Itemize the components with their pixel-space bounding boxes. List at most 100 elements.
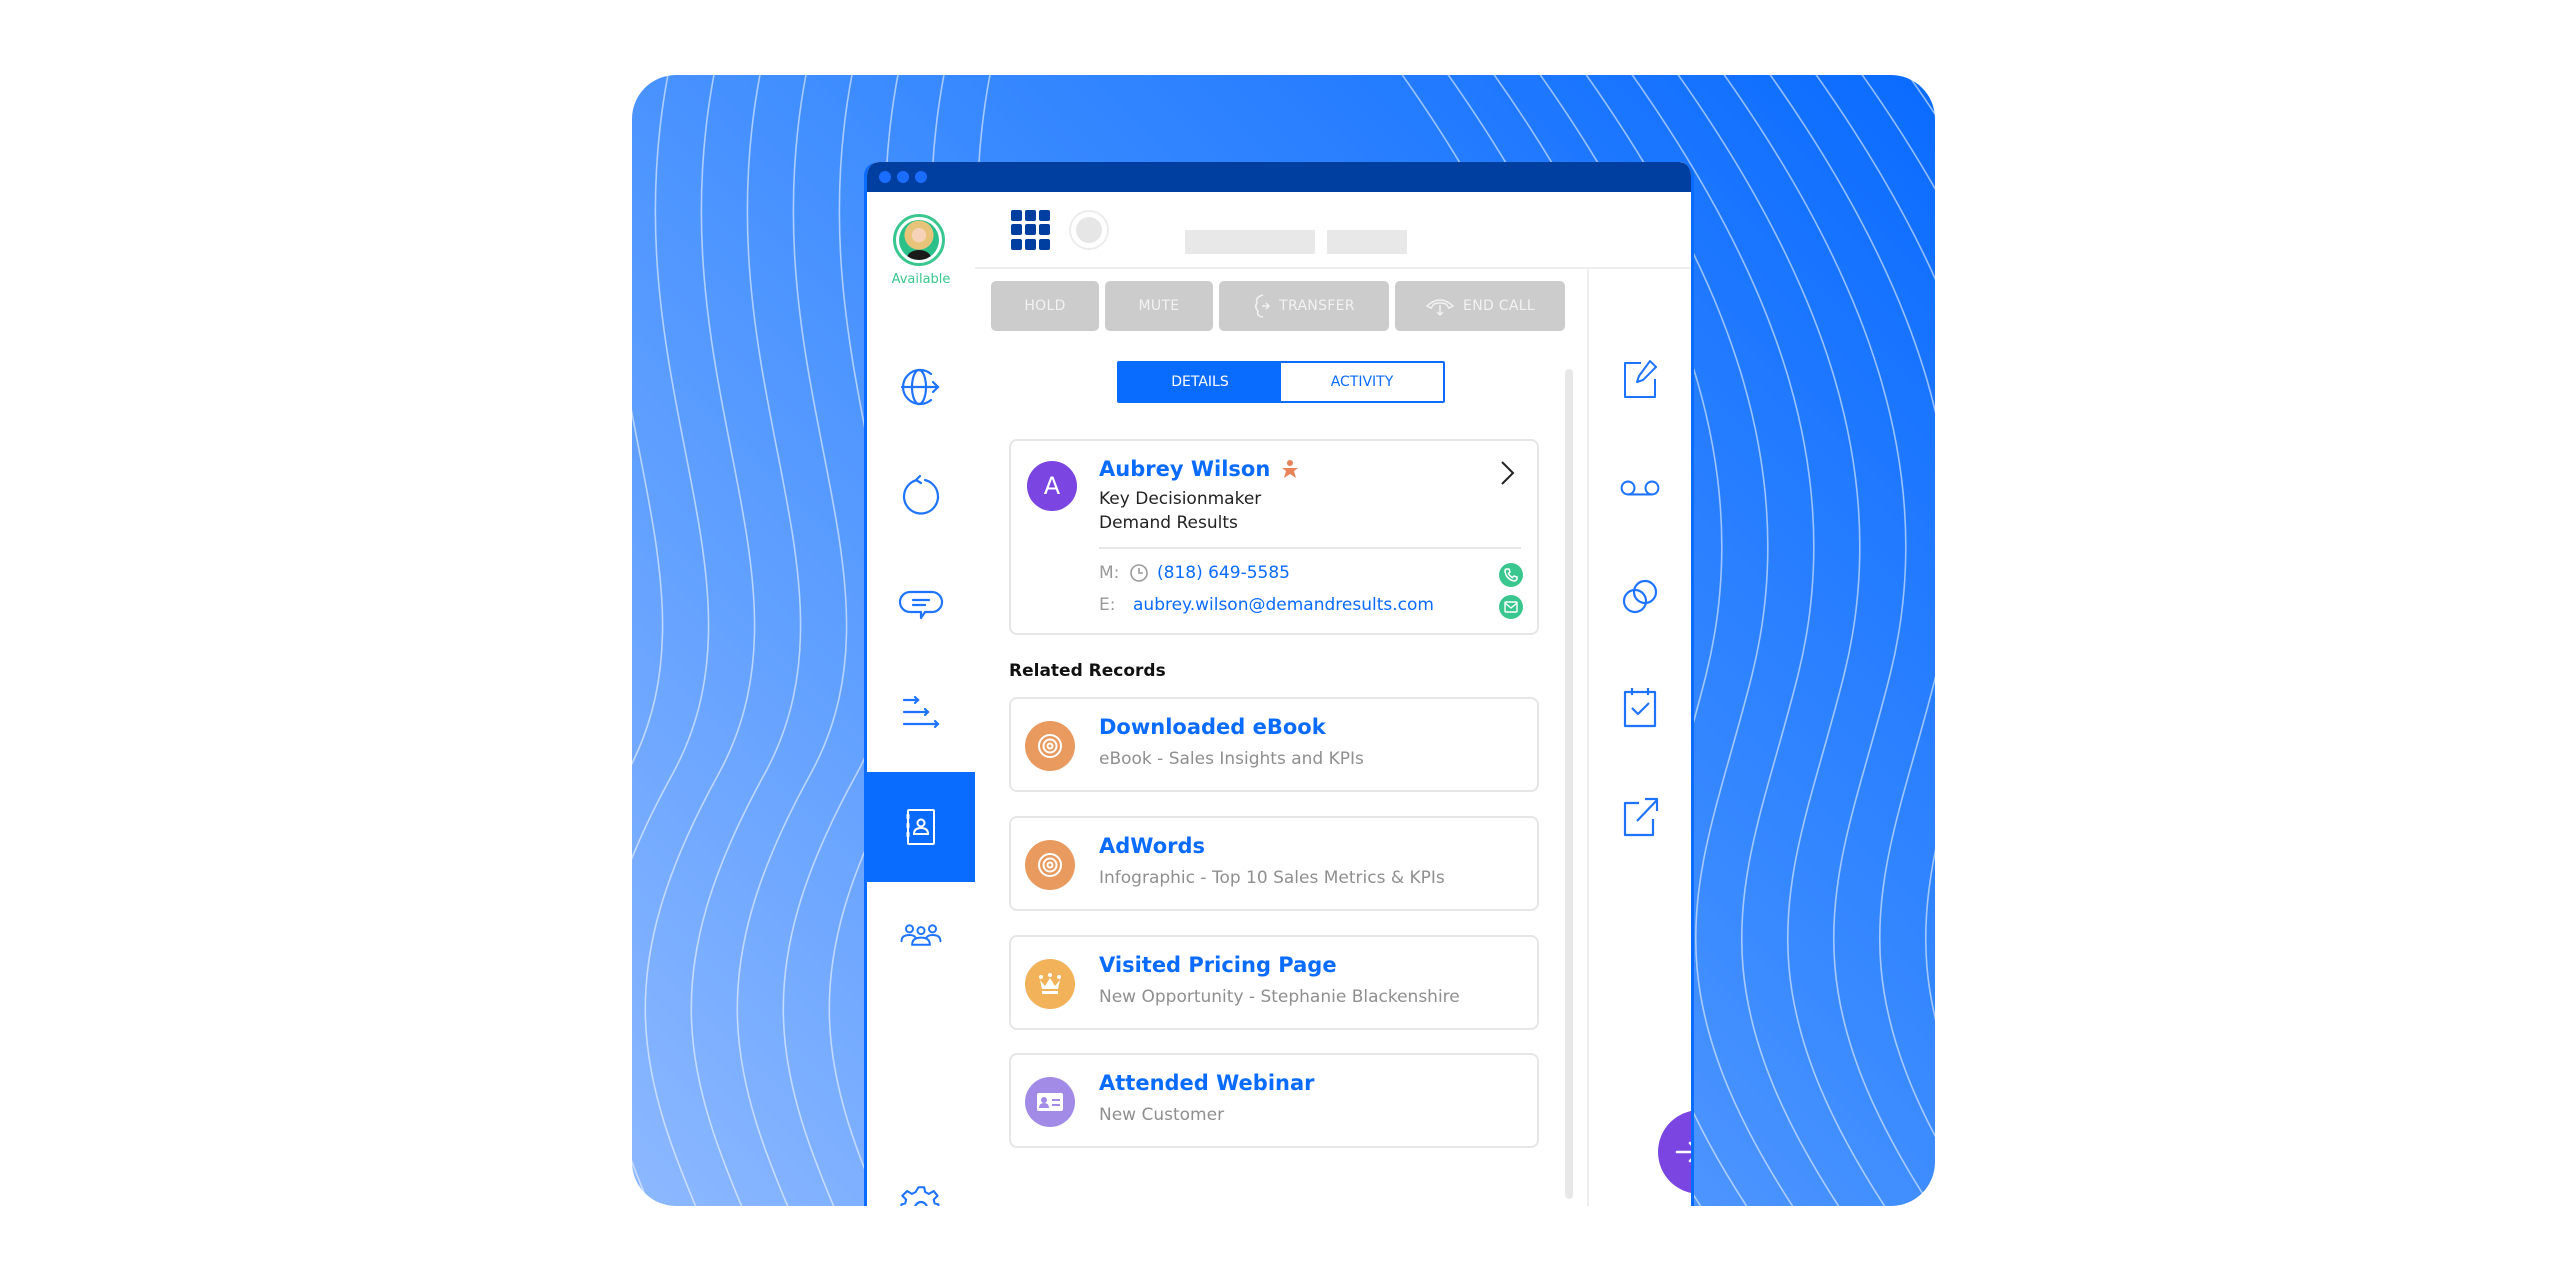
app-window: Available HOLD MUTE TRANSFER END CALL DE… xyxy=(864,162,1694,1206)
rail-item-open-external[interactable] xyxy=(1589,786,1691,846)
dialpad-grid-icon[interactable] xyxy=(1011,210,1051,250)
record-icon-badge xyxy=(1025,1077,1075,1127)
end-call-icon xyxy=(1425,299,1455,316)
sidebar: Available xyxy=(867,192,977,1206)
external-link-icon xyxy=(1623,797,1659,837)
wave-line xyxy=(1815,75,1935,1021)
window-dot-close[interactable] xyxy=(879,171,891,183)
next-button[interactable] xyxy=(1658,1110,1691,1194)
mute-button[interactable]: MUTE xyxy=(1105,281,1213,331)
caller-placeholder xyxy=(1185,230,1315,254)
sidebar-item-web[interactable] xyxy=(867,332,975,442)
record-title: Attended Webinar xyxy=(1099,1071,1315,1095)
call-contact-button[interactable] xyxy=(1499,563,1523,587)
record-icon xyxy=(1076,217,1102,243)
email-contact-button[interactable] xyxy=(1499,595,1523,619)
contact-role: Key Decisionmaker xyxy=(1099,489,1262,509)
call-controls: HOLD MUTE TRANSFER END CALL xyxy=(991,281,1565,331)
record-title: Visited Pricing Page xyxy=(1099,953,1337,977)
wave-line xyxy=(1907,75,1935,116)
email-label: E: xyxy=(1099,595,1116,615)
related-record-item[interactable]: Visited Pricing Page New Opportunity - S… xyxy=(1009,935,1539,1030)
end-call-button[interactable]: END CALL xyxy=(1395,281,1565,331)
edit-note-icon xyxy=(1624,360,1657,398)
right-rail xyxy=(1589,269,1691,1206)
target-icon xyxy=(1038,853,1062,877)
sidebar-item-messages[interactable] xyxy=(867,550,975,660)
record-subtitle: Infographic - Top 10 Sales Metrics & KPI… xyxy=(1099,868,1445,888)
record-icon-badge xyxy=(1025,959,1075,1009)
contacts-book-icon xyxy=(906,809,935,845)
tab-details[interactable]: DETAILS xyxy=(1119,363,1281,401)
chat-icon xyxy=(898,590,944,620)
refresh-icon xyxy=(902,474,940,515)
id-card-icon xyxy=(1037,1093,1063,1111)
contact-company: Demand Results xyxy=(1099,513,1238,533)
hold-button[interactable]: HOLD xyxy=(991,281,1099,331)
record-button[interactable] xyxy=(1069,210,1109,250)
rail-item-tasks[interactable] xyxy=(1589,677,1691,737)
arrow-right-icon xyxy=(1675,1141,1691,1163)
record-title: Downloaded eBook xyxy=(1099,715,1326,739)
window-dot-maximize[interactable] xyxy=(915,171,927,183)
calendar-check-icon xyxy=(1623,688,1657,728)
contact-name-link[interactable]: Aubrey Wilson xyxy=(1099,457,1300,481)
sidebar-item-routing[interactable] xyxy=(867,658,975,768)
record-subtitle: New Customer xyxy=(1099,1105,1225,1125)
email-row: E: aubrey.wilson@demandresults.com xyxy=(1099,595,1434,615)
sidebar-item-team[interactable] xyxy=(867,880,975,990)
voicemail-icon xyxy=(1620,480,1660,496)
record-icon-badge xyxy=(1025,721,1075,771)
record-icon-badge xyxy=(1025,840,1075,890)
related-record-item[interactable]: Downloaded eBook eBook - Sales Insights … xyxy=(1009,697,1539,792)
phone-icon xyxy=(1504,568,1518,582)
mobile-number[interactable]: (818) 649-5585 xyxy=(1157,563,1290,583)
record-subtitle: New Opportunity - Stephanie Blackenshire xyxy=(1099,987,1460,1007)
rail-item-associate[interactable] xyxy=(1589,567,1691,627)
chevron-right-icon[interactable] xyxy=(1495,459,1519,487)
transfer-icon xyxy=(1255,294,1271,318)
team-icon xyxy=(900,924,942,946)
crown-icon xyxy=(1039,973,1061,994)
wave-line xyxy=(1861,75,1935,191)
window-dot-minimize[interactable] xyxy=(897,171,909,183)
contact-avatar: A xyxy=(1027,461,1077,511)
related-record-item[interactable]: Attended Webinar New Customer xyxy=(1009,1053,1539,1148)
record-title: AdWords xyxy=(1099,834,1206,858)
next-button-wrapper xyxy=(1610,1100,1691,1210)
title-bar xyxy=(867,162,1691,192)
rail-item-notes[interactable] xyxy=(1589,348,1691,408)
detail-tabs: DETAILS ACTIVITY xyxy=(1117,361,1445,403)
sidebar-item-recent[interactable] xyxy=(867,440,975,550)
clock-icon xyxy=(1130,564,1148,582)
key-person-icon xyxy=(1282,460,1299,478)
contact-card: A Aubrey Wilson Key Decisionmaker Demand… xyxy=(1009,439,1539,635)
related-records-title: Related Records xyxy=(1009,661,1166,681)
timer-placeholder xyxy=(1327,230,1407,254)
wave-line xyxy=(1723,75,1932,1206)
record-subtitle: eBook - Sales Insights and KPIs xyxy=(1099,749,1364,769)
mobile-label: M: xyxy=(1099,563,1120,583)
email-address[interactable]: aubrey.wilson@demandresults.com xyxy=(1133,595,1434,615)
sidebar-item-contacts[interactable] xyxy=(867,772,975,882)
gear-icon xyxy=(900,1186,940,1206)
main-panel: HOLD MUTE TRANSFER END CALL DETAILS ACTI… xyxy=(975,269,1589,1206)
transfer-button[interactable]: TRANSFER xyxy=(1219,281,1389,331)
agent-avatar[interactable] xyxy=(893,214,945,266)
target-icon xyxy=(1038,734,1062,758)
tab-activity[interactable]: ACTIVITY xyxy=(1281,363,1443,401)
mail-icon xyxy=(1504,601,1518,613)
link-circles-icon xyxy=(1622,579,1658,614)
rail-item-voicemail[interactable] xyxy=(1589,458,1691,518)
divider xyxy=(1099,547,1521,549)
wave-line xyxy=(632,75,710,1206)
globe-icon xyxy=(900,368,940,406)
mobile-row: M: (818) 649-5585 xyxy=(1099,563,1290,583)
agent-status[interactable]: Available xyxy=(867,272,975,287)
top-bar xyxy=(975,192,1691,269)
wave-line xyxy=(1677,75,1886,1206)
contact-name: Aubrey Wilson xyxy=(1099,457,1271,481)
related-record-item[interactable]: AdWords Infographic - Top 10 Sales Metri… xyxy=(1009,816,1539,911)
scrollbar[interactable] xyxy=(1565,369,1573,1199)
settings-button[interactable] xyxy=(867,1167,975,1206)
